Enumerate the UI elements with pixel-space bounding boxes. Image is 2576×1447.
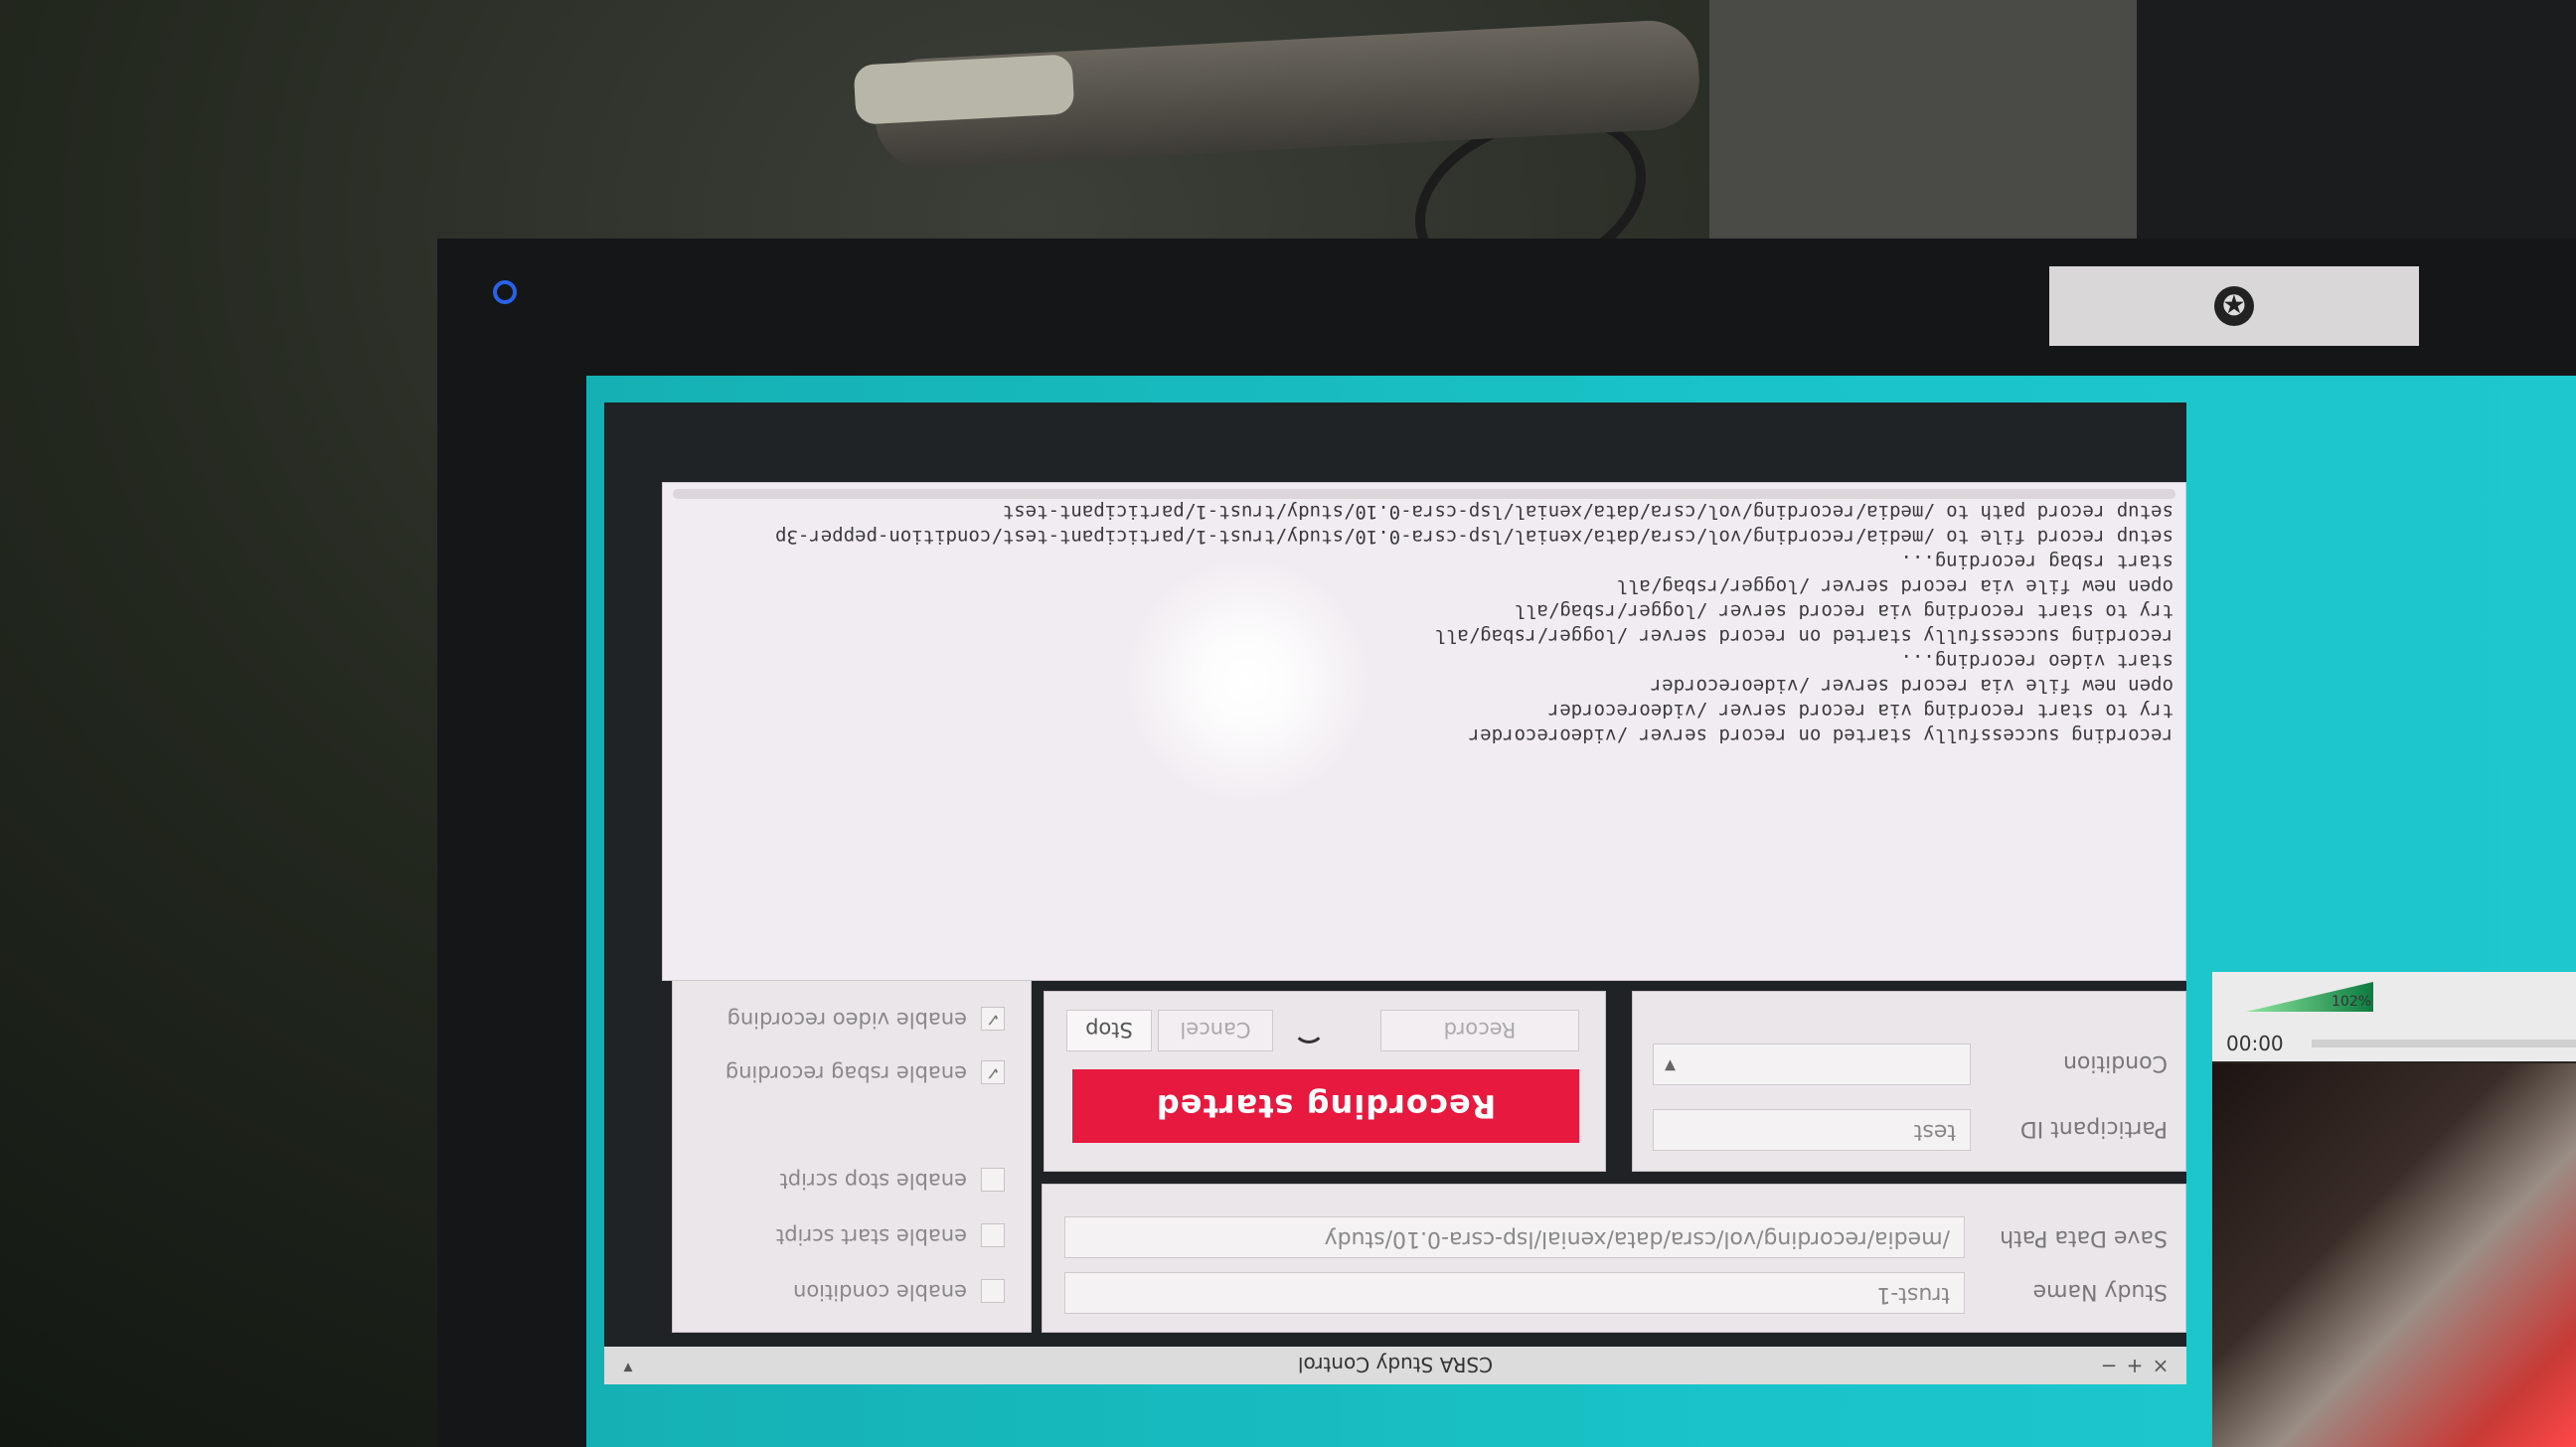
cancel-button[interactable]: Cancel — [1158, 1010, 1273, 1051]
spinner-icon — [1293, 1012, 1325, 1044]
save-path-field[interactable]: /media/recording/vol/csra/data/xenial/ls… — [1064, 1216, 1965, 1258]
log-output[interactable]: setup record path to /media/recording/vo… — [662, 482, 2186, 981]
log-line: start rsbag recording... — [1900, 551, 2174, 572]
checkbox-box[interactable] — [981, 1279, 1005, 1303]
chevron-down-icon: ▾ — [1664, 1053, 1676, 1078]
volume-label: 102% — [2332, 994, 2372, 1010]
enable-rsbag-recording-checkbox[interactable]: ✓ enable rsbag recording — [725, 1060, 1005, 1085]
participant-id-field[interactable]: test — [1653, 1109, 1971, 1151]
playback-time: 00:00 — [2226, 1032, 2284, 1055]
options-panel: enable condition enable start script ena… — [672, 969, 1032, 1333]
enable-video-recording-checkbox[interactable]: ✓ enable video recording — [727, 1007, 1005, 1032]
checkbox-label: enable stop script — [779, 1169, 967, 1193]
log-line: try to start recording via record server… — [1514, 600, 2174, 622]
checkbox-label: enable condition — [793, 1280, 967, 1304]
video-controls-bar: 102% 00:00 — [2212, 972, 2576, 1061]
window-title: CSRA Study Control — [1297, 1353, 1494, 1376]
condition-select[interactable]: ▾ — [1653, 1044, 1971, 1085]
participant-id-label: Participant ID — [2019, 1116, 2168, 1141]
study-name-field[interactable]: trust-1 — [1064, 1272, 1965, 1314]
horizontal-scrollbar[interactable] — [673, 489, 2175, 499]
background-monitor — [1709, 0, 2167, 258]
app-window: × + − CSRA Study Control ▾ Study Name tr… — [604, 402, 2186, 1384]
save-path-label: Save Data Path — [2000, 1225, 2168, 1250]
study-panel: Study Name trust-1 Save Data Path /media… — [1042, 1184, 2186, 1333]
log-line: setup record file to /media/recording/vo… — [775, 526, 2174, 548]
background-device-tip — [853, 54, 1075, 125]
stop-button[interactable]: Stop — [1066, 1010, 1152, 1051]
seek-bar[interactable] — [2312, 1040, 2576, 1047]
log-line: try to start recording via record server… — [1547, 700, 2174, 722]
camera-feed — [2212, 1063, 2576, 1447]
checkbox-label: enable start script — [776, 1224, 967, 1248]
record-button[interactable]: Record — [1380, 1010, 1579, 1051]
checkbox-box[interactable] — [981, 1168, 1005, 1192]
power-led-icon — [493, 280, 517, 304]
participant-panel: Participant ID test Condition ▾ — [1632, 991, 2186, 1172]
study-name-label: Study Name — [2032, 1279, 2168, 1304]
log-line: open new file via record server /logger/… — [1616, 575, 2174, 597]
log-line: setup record path to /media/recording/vo… — [1002, 501, 2174, 523]
check-icon[interactable]: ✓ — [981, 1007, 1005, 1031]
enable-condition-checkbox[interactable]: enable condition — [793, 1279, 1005, 1304]
screen-glare — [1123, 557, 1371, 805]
condition-label: Condition — [2063, 1050, 2168, 1075]
video-preview-window: 102% 00:00 — [2212, 972, 2576, 1447]
background-shelf — [2137, 0, 2576, 258]
enable-start-script-checkbox[interactable]: enable start script — [776, 1223, 1005, 1248]
enable-stop-script-checkbox[interactable]: enable stop script — [780, 1168, 1005, 1193]
star-icon: ✪ — [2214, 286, 2254, 326]
webcam-sticker: ✪ — [2049, 266, 2419, 346]
log-line: start video recording... — [1900, 650, 2174, 672]
record-panel: Recording started Record Cancel Stop — [1044, 991, 1606, 1172]
check-icon[interactable]: ✓ — [981, 1060, 1005, 1084]
window-menu-icon[interactable]: ▾ — [616, 1355, 640, 1378]
window-titlebar[interactable]: × + − CSRA Study Control ▾ — [604, 1347, 2186, 1384]
checkbox-label: enable video recording — [726, 1008, 967, 1032]
log-line: open new file via record server /videore… — [1650, 675, 2174, 697]
checkbox-label: enable rsbag recording — [724, 1061, 967, 1085]
log-line: recording successfully started on record… — [1434, 625, 2174, 647]
log-line: recording successfully started on record… — [1468, 724, 2174, 746]
checkbox-box[interactable] — [981, 1223, 1005, 1247]
recording-status-banner: Recording started — [1072, 1069, 1579, 1143]
